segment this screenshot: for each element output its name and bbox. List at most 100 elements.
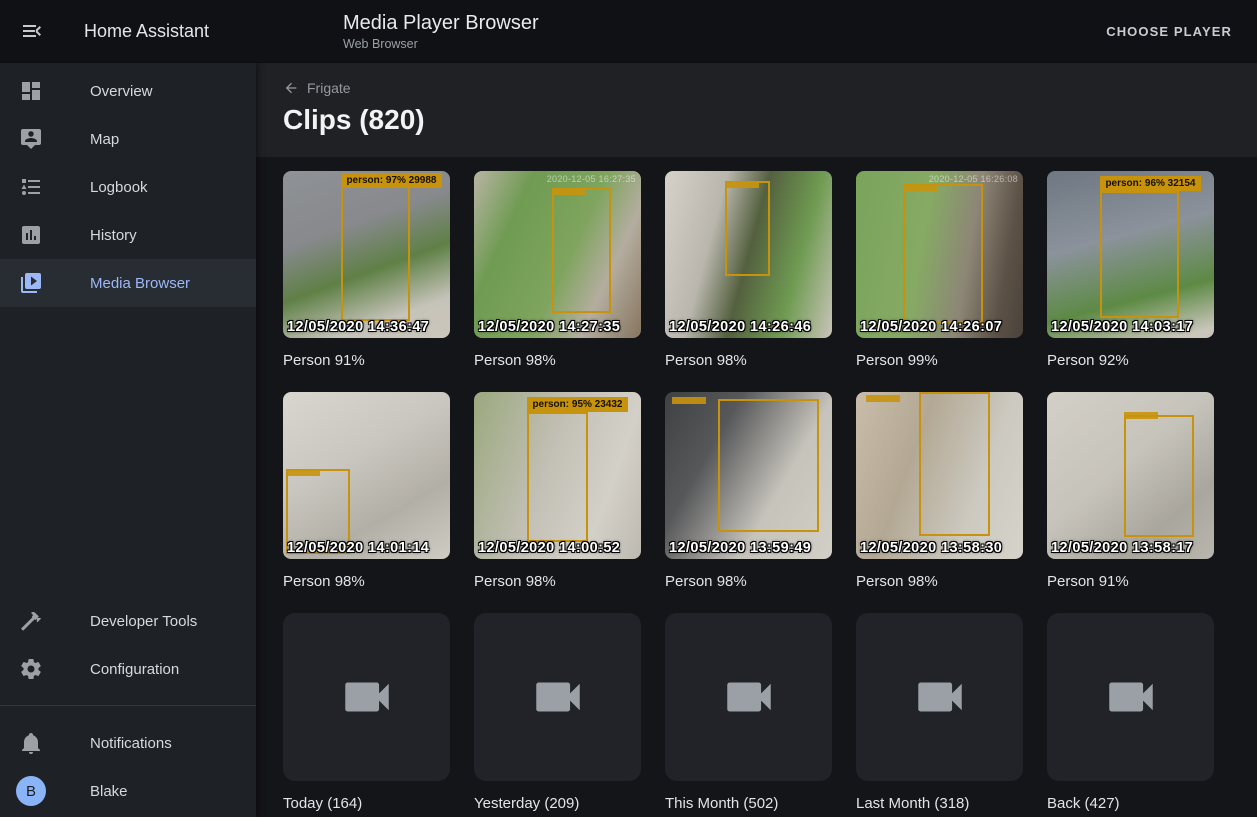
clip-timestamp: 12/05/2020 13:58:30 (860, 540, 1002, 556)
folder-tile (1047, 613, 1214, 781)
clip-card[interactable]: 12/05/2020 13:59:49 Person 98% (665, 392, 832, 591)
bell-icon (19, 731, 43, 755)
clip-caption: Person 98% (283, 573, 450, 591)
clip-thumbnail: person: 96% 32154 12/05/2020 14:03:17 (1047, 171, 1214, 338)
detection-label: person: 97% 29988 (341, 173, 441, 188)
detection-label: person: 95% 23432 (527, 397, 627, 412)
clip-card[interactable]: 2020-12-05 16:26:08 12/05/2020 14:26:07 … (856, 171, 1023, 370)
video-camera-icon (338, 668, 396, 726)
folder-tile (856, 613, 1023, 781)
detection-bbox (552, 188, 610, 313)
camera-osd-timestamp: 2020-12-05 16:27:35 (547, 174, 636, 184)
clip-thumbnail: person: 97% 29988 12/05/2020 14:36:47 (283, 171, 450, 338)
sidebar-item-label: Media Browser (90, 275, 190, 292)
sidebar-item-label: Map (90, 131, 119, 148)
sidebar-item-overview[interactable]: Overview (0, 67, 256, 115)
sidebar-item-label: Developer Tools (90, 613, 197, 630)
video-camera-icon (911, 668, 969, 726)
detection-bbox (718, 399, 818, 533)
page-title: Media Player Browser (343, 11, 539, 35)
folder-label: Back (427) (1047, 795, 1214, 813)
folder-tile (283, 613, 450, 781)
hammer-icon (19, 609, 43, 633)
clip-card[interactable]: 12/05/2020 14:26:46 Person 98% (665, 171, 832, 370)
sidebar-item-label: Notifications (90, 735, 172, 752)
clip-timestamp: 12/05/2020 14:36:47 (287, 319, 429, 335)
clip-card[interactable]: 12/05/2020 14:01:14 Person 98% (283, 392, 450, 591)
video-camera-icon (720, 668, 778, 726)
clip-card[interactable]: person: 96% 32154 12/05/2020 14:03:17 Pe… (1047, 171, 1214, 370)
clip-thumbnail: 12/05/2020 13:59:49 (665, 392, 832, 559)
folder-card-last-month[interactable]: Last Month (318) (856, 613, 1023, 813)
clip-timestamp: 12/05/2020 14:27:35 (478, 319, 620, 335)
detection-label-small (552, 188, 586, 195)
sidebar-item-history[interactable]: History (0, 211, 256, 259)
breadcrumb-back-frigate[interactable]: Frigate (283, 80, 351, 96)
sidebar-nav: Overview Map Logbook History Media Brows… (0, 62, 256, 307)
view-dashboard-icon (19, 79, 43, 103)
detection-label-small (903, 184, 937, 191)
app-bar: Home Assistant Media Player Browser Web … (0, 0, 1257, 62)
detection-bbox (1100, 191, 1178, 318)
sidebar-item-configuration[interactable]: Configuration (0, 645, 256, 693)
clip-thumbnail: person: 95% 23432 12/05/2020 14:00:52 (474, 392, 641, 559)
clip-caption: Person 91% (283, 352, 450, 370)
sidebar-item-label: Configuration (90, 661, 179, 678)
content-header: Frigate Clips (820) (256, 62, 1257, 157)
clip-caption: Person 92% (1047, 352, 1214, 370)
detection-label-small (672, 397, 706, 404)
clip-caption: Person 98% (856, 573, 1023, 591)
sidebar-bottom: Developer Tools Configuration Notificati… (0, 597, 256, 815)
sidebar-item-user[interactable]: B Blake (0, 767, 256, 815)
clip-caption: Person 98% (474, 352, 641, 370)
clip-card[interactable]: 12/05/2020 13:58:30 Person 98% (856, 392, 1023, 591)
sidebar-item-label: History (90, 227, 137, 244)
clip-thumbnail: 12/05/2020 13:58:30 (856, 392, 1023, 559)
clip-caption: Person 98% (665, 573, 832, 591)
folder-label: Today (164) (283, 795, 450, 813)
page-section-title: Clips (820) (283, 104, 1257, 136)
clip-card[interactable]: 2020-12-05 16:27:35 12/05/2020 14:27:35 … (474, 171, 641, 370)
detection-bbox (725, 181, 770, 276)
sidebar: Overview Map Logbook History Media Brows… (0, 62, 256, 817)
clip-card[interactable]: person: 97% 29988 12/05/2020 14:36:47 Pe… (283, 171, 450, 370)
sidebar-item-notifications[interactable]: Notifications (0, 719, 256, 767)
clip-timestamp: 12/05/2020 14:26:07 (860, 319, 1002, 335)
user-name: Blake (90, 783, 128, 800)
page-subtitle: Web Browser (343, 37, 539, 51)
folder-card-this-month[interactable]: This Month (502) (665, 613, 832, 813)
list-bulleted-icon (19, 175, 43, 199)
clip-timestamp: 12/05/2020 14:01:14 (287, 540, 429, 556)
folder-label: Yesterday (209) (474, 795, 641, 813)
sidebar-item-developer-tools[interactable]: Developer Tools (0, 597, 256, 645)
video-camera-icon (529, 668, 587, 726)
clip-thumbnail: 12/05/2020 14:01:14 (283, 392, 450, 559)
camera-osd-timestamp: 2020-12-05 16:26:08 (929, 174, 1018, 184)
folder-card-back[interactable]: Back (427) (1047, 613, 1214, 813)
clip-timestamp: 12/05/2020 14:00:52 (478, 540, 620, 556)
sidebar-item-map[interactable]: Map (0, 115, 256, 163)
folder-tile (665, 613, 832, 781)
chart-box-icon (19, 223, 43, 247)
detection-label: person: 96% 32154 (1100, 176, 1200, 191)
choose-player-button[interactable]: CHOOSE PLAYER (1102, 16, 1236, 47)
folder-card-today[interactable]: Today (164) (283, 613, 450, 813)
detection-label-small (1124, 412, 1158, 419)
detection-label-small (286, 469, 320, 476)
clip-caption: Person 91% (1047, 573, 1214, 591)
home-assistant-window: Home Assistant Media Player Browser Web … (0, 0, 1257, 817)
sidebar-item-media-browser[interactable]: Media Browser (0, 259, 256, 307)
clip-thumbnail: 12/05/2020 14:26:46 (665, 171, 832, 338)
clip-timestamp: 12/05/2020 13:59:49 (669, 540, 811, 556)
sidebar-item-logbook[interactable]: Logbook (0, 163, 256, 211)
gear-icon (19, 657, 43, 681)
tooltip-account-icon (19, 127, 43, 151)
folder-card-yesterday[interactable]: Yesterday (209) (474, 613, 641, 813)
media-grid-area: person: 97% 29988 12/05/2020 14:36:47 Pe… (256, 157, 1257, 817)
play-box-multiple-icon (19, 271, 43, 295)
clip-caption: Person 99% (856, 352, 1023, 370)
media-grid: person: 97% 29988 12/05/2020 14:36:47 Pe… (283, 171, 1230, 813)
sidebar-toggle-icon[interactable] (20, 19, 44, 43)
clip-card[interactable]: person: 95% 23432 12/05/2020 14:00:52 Pe… (474, 392, 641, 591)
clip-card[interactable]: 12/05/2020 13:58:17 Person 91% (1047, 392, 1214, 591)
